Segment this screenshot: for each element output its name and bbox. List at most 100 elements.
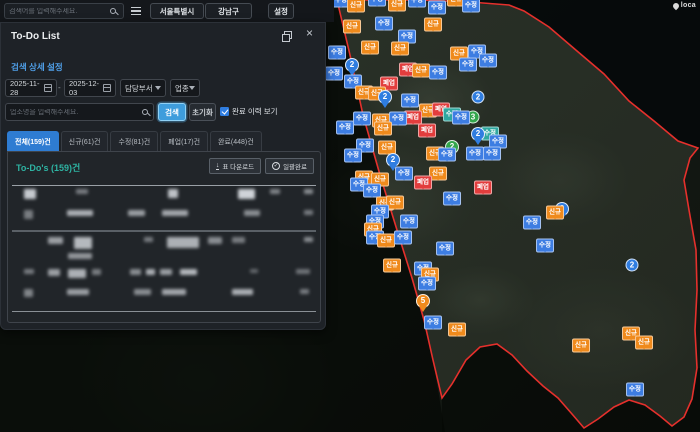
map-marker-s[interactable]: 수정 bbox=[483, 147, 501, 161]
map-marker-s[interactable]: 수정 bbox=[336, 121, 354, 135]
map-marker-s[interactable]: 수정 bbox=[436, 242, 454, 256]
search-button[interactable]: 검색 bbox=[158, 103, 186, 121]
menu-button[interactable] bbox=[127, 3, 145, 19]
map-marker-s[interactable]: 수정 bbox=[363, 184, 381, 198]
tab-4[interactable]: 완료(448)건 bbox=[210, 131, 262, 151]
map-marker-s[interactable]: 수정 bbox=[452, 111, 470, 125]
tab-2[interactable]: 수정(81)건 bbox=[110, 131, 158, 151]
redacted-cell bbox=[68, 269, 86, 278]
map-marker-n[interactable]: 신규 bbox=[377, 234, 395, 248]
map-marker-n[interactable]: 신규 bbox=[391, 42, 409, 56]
map-marker-n[interactable]: 신규 bbox=[374, 122, 392, 136]
map-marker-n[interactable]: 신규 bbox=[383, 259, 401, 273]
map-marker-s[interactable]: 수정 bbox=[400, 215, 418, 229]
redacted-cell bbox=[162, 210, 188, 216]
map-marker-s[interactable]: 수정 bbox=[353, 112, 371, 126]
map-marker-s[interactable]: 수정 bbox=[523, 216, 541, 230]
map-marker-s[interactable]: 수정 bbox=[418, 277, 436, 291]
reset-button[interactable]: 초기화 bbox=[189, 103, 216, 121]
todo-list-title: To-Do's (159)건 bbox=[16, 161, 80, 174]
map-marker-pb2[interactable]: 2 bbox=[345, 58, 359, 72]
redacted-cell bbox=[48, 237, 63, 244]
checkbox-checked-icon[interactable] bbox=[220, 107, 229, 116]
map-marker-s[interactable]: 수정 bbox=[428, 1, 446, 15]
map-marker-s[interactable]: 수정 bbox=[429, 66, 447, 80]
redacted-cell bbox=[134, 289, 151, 295]
map-marker-n[interactable]: 신규 bbox=[412, 64, 430, 78]
restore-window-icon[interactable] bbox=[282, 31, 291, 40]
map-marker-n[interactable]: 신규 bbox=[448, 323, 466, 337]
map-marker-p[interactable]: 폐업 bbox=[414, 176, 432, 190]
todo-panel-title: To-Do List bbox=[11, 31, 60, 42]
map-marker-pb2[interactable]: 2 bbox=[386, 153, 400, 167]
bulk-complete-button[interactable]: ✓ 일괄완료 bbox=[265, 158, 314, 174]
map-marker-n[interactable]: 신규 bbox=[361, 41, 379, 55]
redacted-cell bbox=[160, 269, 172, 275]
global-search-input[interactable] bbox=[5, 8, 110, 15]
map-marker-p[interactable]: 폐업 bbox=[418, 124, 436, 138]
map-marker-cb2[interactable]: 2 bbox=[472, 91, 485, 104]
calendar-icon[interactable] bbox=[44, 84, 52, 92]
map-marker-s[interactable]: 수정 bbox=[375, 17, 393, 31]
map-marker-s[interactable]: 수정 bbox=[325, 67, 343, 81]
tab-3[interactable]: 폐업(17)건 bbox=[160, 131, 208, 151]
show-completed-checkbox[interactable]: 완료 이력 보기 bbox=[220, 106, 278, 117]
map-marker-n[interactable]: 신규 bbox=[388, 0, 406, 11]
map-marker-s[interactable]: 수정 bbox=[466, 147, 484, 161]
date-from-value: 2025-11-28 bbox=[10, 79, 44, 97]
redacted-cell bbox=[130, 269, 141, 275]
top-bar: 서울특별시 강남구 설정 bbox=[0, 0, 334, 22]
redacted-cell bbox=[304, 237, 313, 242]
settings-button[interactable]: 설정 bbox=[268, 3, 294, 19]
map-marker-s[interactable]: 수정 bbox=[626, 383, 644, 397]
city-select-button[interactable]: 서울특별시 bbox=[150, 3, 204, 19]
map-provider-label: loca bbox=[681, 2, 696, 9]
map-marker-s[interactable]: 수정 bbox=[424, 316, 442, 330]
todo-table-redacted[interactable] bbox=[12, 185, 316, 311]
map-marker-n[interactable]: 신규 bbox=[424, 18, 442, 32]
map-marker-s[interactable]: 수정 bbox=[459, 58, 477, 72]
tab-1[interactable]: 신규(61)건 bbox=[61, 131, 109, 151]
search-icon[interactable] bbox=[110, 8, 116, 14]
map-marker-s[interactable]: 수정 bbox=[394, 231, 412, 245]
map-marker-s[interactable]: 수정 bbox=[462, 0, 480, 12]
store-search-input[interactable] bbox=[10, 109, 142, 116]
map-marker-p[interactable]: 폐업 bbox=[474, 181, 492, 195]
map-marker-cb2[interactable]: 2 bbox=[626, 259, 639, 272]
redacted-cell bbox=[244, 210, 260, 216]
map-marker-n[interactable]: 신규 bbox=[572, 339, 590, 353]
district-select-button[interactable]: 강남구 bbox=[205, 3, 252, 19]
map-marker-s[interactable]: 수정 bbox=[438, 148, 456, 162]
table-download-button[interactable]: ↓ 표 다운로드 bbox=[209, 158, 261, 174]
map-marker-n[interactable]: 신규 bbox=[635, 336, 653, 350]
map-marker-po5[interactable]: 5 bbox=[416, 294, 430, 308]
map-marker-n[interactable]: 신규 bbox=[343, 20, 361, 34]
map-marker-s[interactable]: 수정 bbox=[443, 192, 461, 206]
calendar-icon[interactable] bbox=[103, 84, 111, 92]
business-type-select[interactable]: 업종 bbox=[170, 79, 200, 97]
map-marker-n[interactable]: 신규 bbox=[378, 141, 396, 155]
map-marker-s[interactable]: 수정 bbox=[368, 0, 386, 6]
map-marker-pb2[interactable]: 2 bbox=[471, 127, 485, 141]
close-icon[interactable]: × bbox=[306, 27, 313, 39]
map-marker-pb2[interactable]: 2 bbox=[378, 90, 392, 104]
todo-panel: To-Do List × 검색 상세 설정 2025-11-28 - 2025-… bbox=[0, 22, 326, 330]
map-marker-s[interactable]: 수정 bbox=[395, 167, 413, 181]
date-from-field[interactable]: 2025-11-28 bbox=[5, 79, 57, 97]
tab-0[interactable]: 전체(159)건 bbox=[7, 131, 59, 151]
redacted-cell bbox=[24, 289, 33, 297]
map-marker-s[interactable]: 수정 bbox=[408, 0, 426, 7]
map-marker-s[interactable]: 수정 bbox=[401, 94, 419, 108]
map-marker-s[interactable]: 수정 bbox=[536, 239, 554, 253]
map-marker-s[interactable]: 수정 bbox=[344, 149, 362, 163]
department-select[interactable]: 담당부서 bbox=[120, 79, 166, 97]
date-to-field[interactable]: 2025-12-03 bbox=[64, 79, 116, 97]
map-watermark: loca bbox=[673, 2, 696, 9]
map-marker-s[interactable]: 수정 bbox=[479, 54, 497, 68]
map-marker-s[interactable]: 수정 bbox=[328, 46, 346, 60]
redacted-cell bbox=[208, 237, 222, 244]
status-tabs: 전체(159)건신규(61)건수정(81)건폐업(17)건완료(448)건 bbox=[7, 131, 262, 151]
map-marker-n[interactable]: 신규 bbox=[347, 0, 365, 12]
redacted-cell bbox=[48, 269, 60, 276]
map-marker-n[interactable]: 신규 bbox=[546, 206, 564, 220]
